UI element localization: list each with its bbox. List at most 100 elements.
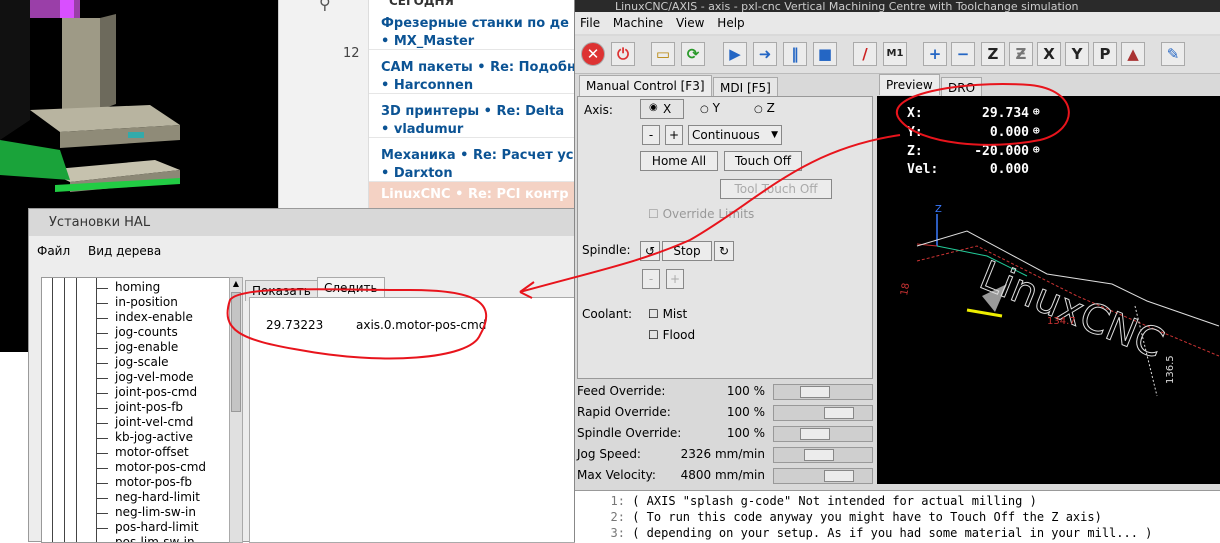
pause-icon[interactable]: ‖: [783, 42, 807, 66]
view-x-icon[interactable]: X: [1037, 42, 1061, 66]
scroll-up-icon[interactable]: ▲: [231, 279, 241, 289]
reload-icon[interactable]: ⟳: [681, 42, 705, 66]
tree-item[interactable]: neg-hard-limit: [115, 490, 200, 504]
forum-user[interactable]: • Harconnen: [381, 78, 473, 93]
override-label: Feed Override:: [577, 384, 666, 398]
power-icon[interactable]: ⏻: [611, 42, 635, 66]
tree-item[interactable]: jog-counts: [115, 325, 178, 339]
tree-item[interactable]: index-enable: [115, 310, 193, 324]
search-icon[interactable]: ⚲: [319, 0, 331, 13]
zoom-in-icon[interactable]: +: [923, 42, 947, 66]
forum-panel: ⚲ 12 СЕГОДНЯ Фрезерные станки по де • MX…: [278, 0, 669, 210]
estop-icon[interactable]: ✕: [581, 42, 605, 66]
run-icon[interactable]: ▶: [723, 42, 747, 66]
override-value: 100 %: [726, 426, 765, 440]
jog-mode-select[interactable]: Continuous ▼: [688, 125, 782, 145]
tab-preview[interactable]: Preview: [879, 74, 940, 95]
slider-knob[interactable]: [800, 428, 830, 440]
override-slider[interactable]: [773, 447, 873, 463]
override-slider[interactable]: [773, 384, 873, 400]
forum-topic[interactable]: 3D принтеры • Re: Delta: [381, 104, 564, 119]
tree-item[interactable]: joint-pos-fb: [115, 400, 183, 414]
view-y-icon[interactable]: Y: [1065, 42, 1089, 66]
menu-file[interactable]: File: [575, 12, 604, 30]
stop-icon[interactable]: ■: [813, 42, 837, 66]
axis-x-radio[interactable]: ◉ X: [640, 99, 684, 119]
axis-y-radio[interactable]: ○ Y: [700, 101, 720, 115]
tab-dro[interactable]: DRO: [941, 77, 983, 98]
override-slider[interactable]: [773, 468, 873, 484]
override-slider[interactable]: [773, 426, 873, 442]
view-p-icon[interactable]: P: [1093, 42, 1117, 66]
override-slider[interactable]: [773, 405, 873, 421]
spindle-stop-button[interactable]: Stop: [662, 241, 712, 261]
tree-item[interactable]: motor-pos-cmd: [115, 460, 206, 474]
gcode-listing[interactable]: 1: ( AXIS "splash g-code" Not intended f…: [575, 490, 1220, 542]
forum-user[interactable]: • MX_Master: [381, 34, 474, 49]
home-all-button[interactable]: Home All: [640, 151, 718, 171]
gcode-line[interactable]: 1: ( AXIS "splash g-code" Not intended f…: [583, 494, 1037, 508]
axis-z-radio[interactable]: ○ Z: [754, 101, 775, 115]
watch-pin: axis.0.motor-pos-cmd: [356, 318, 487, 332]
menu-tree-view[interactable]: Вид дерева: [88, 244, 161, 258]
toolpath-preview[interactable]: LinuxCNC 134.7 136.5 18 Z X: 29.734 ⊕ Y:…: [877, 96, 1220, 484]
tree-item[interactable]: jog-enable: [115, 340, 178, 354]
slider-knob[interactable]: [800, 386, 830, 398]
forum-topic[interactable]: LinuxCNC • Re: PCI контр: [381, 187, 569, 202]
scrollbar-thumb[interactable]: [231, 292, 241, 412]
tree-item[interactable]: kb-jog-active: [115, 430, 193, 444]
rotate-view-icon[interactable]: ▲: [1121, 42, 1145, 66]
gcode-line[interactable]: 2: ( To run this code anyway you might h…: [583, 510, 1102, 524]
spindle-minus-button[interactable]: -: [642, 269, 660, 289]
optional-stop-icon[interactable]: M1: [883, 42, 907, 66]
step-icon[interactable]: ➜: [753, 42, 777, 66]
forum-topic[interactable]: Механика • Re: Расчет ус: [381, 148, 574, 163]
clear-plot-icon[interactable]: ✎: [1161, 42, 1185, 66]
gcode-line[interactable]: 3: ( depending on your setup. As if you …: [583, 526, 1153, 540]
spindle-cw-icon[interactable]: ↻: [714, 241, 734, 261]
tree-item[interactable]: jog-scale: [115, 355, 169, 369]
forum-user[interactable]: • vladumur: [381, 122, 463, 137]
zoom-out-icon[interactable]: −: [951, 42, 975, 66]
mist-checkbox[interactable]: ☐ Mist: [648, 307, 687, 321]
watch-value: 29.73223: [266, 318, 324, 332]
tree-item[interactable]: motor-pos-fb: [115, 475, 192, 489]
dim-label: 18: [899, 282, 912, 296]
spindle-plus-button[interactable]: +: [666, 269, 684, 289]
block-delete-icon[interactable]: /: [853, 42, 877, 66]
jog-plus-button[interactable]: +: [665, 125, 683, 145]
forum-user[interactable]: • Darxton: [381, 166, 453, 181]
tree-item[interactable]: joint-pos-cmd: [115, 385, 197, 399]
hal-tree[interactable]: homing in-position index-enable jog-counts j…: [41, 277, 243, 543]
menu-view[interactable]: View: [671, 12, 708, 30]
menu-help[interactable]: Help: [712, 12, 748, 30]
menu-machine[interactable]: Machine: [608, 12, 667, 30]
tree-connector: [96, 318, 108, 319]
tab-mdi[interactable]: MDI [F5]: [713, 77, 778, 98]
forum-topic[interactable]: Фрезерные станки по де: [381, 16, 569, 31]
open-file-icon[interactable]: ▭: [651, 42, 675, 66]
override-limits-checkbox[interactable]: ☐ Override Limits: [648, 207, 754, 221]
touch-off-button[interactable]: Touch Off: [724, 151, 802, 171]
tree-item[interactable]: motor-offset: [115, 445, 189, 459]
view-z2-icon[interactable]: Ƶ: [1009, 42, 1033, 66]
tree-item[interactable]: jog-vel-mode: [115, 370, 193, 384]
tool-touch-off-button[interactable]: Tool Touch Off: [720, 179, 832, 199]
slider-knob[interactable]: [824, 470, 854, 482]
tree-item[interactable]: homing: [115, 280, 160, 294]
tree-item[interactable]: joint-vel-cmd: [115, 415, 193, 429]
tree-item[interactable]: in-position: [115, 295, 178, 309]
tree-scrollbar[interactable]: ▲: [229, 277, 243, 543]
view-z-icon[interactable]: Z: [981, 42, 1005, 66]
spindle-ccw-icon[interactable]: ↺: [640, 241, 660, 261]
override-value: 100 %: [726, 384, 765, 398]
jog-minus-button[interactable]: -: [642, 125, 660, 145]
tree-item[interactable]: neg-lim-sw-in: [115, 505, 196, 519]
tab-manual-control[interactable]: Manual Control [F3]: [579, 75, 712, 96]
flood-checkbox[interactable]: ☐ Flood: [648, 328, 695, 342]
slider-knob[interactable]: [824, 407, 854, 419]
forum-topic[interactable]: CAM пакеты • Re: Подобн: [381, 60, 576, 75]
slider-knob[interactable]: [804, 449, 834, 461]
tree-item[interactable]: pos-hard-limit: [115, 520, 199, 534]
menu-file[interactable]: Файл: [37, 244, 70, 258]
